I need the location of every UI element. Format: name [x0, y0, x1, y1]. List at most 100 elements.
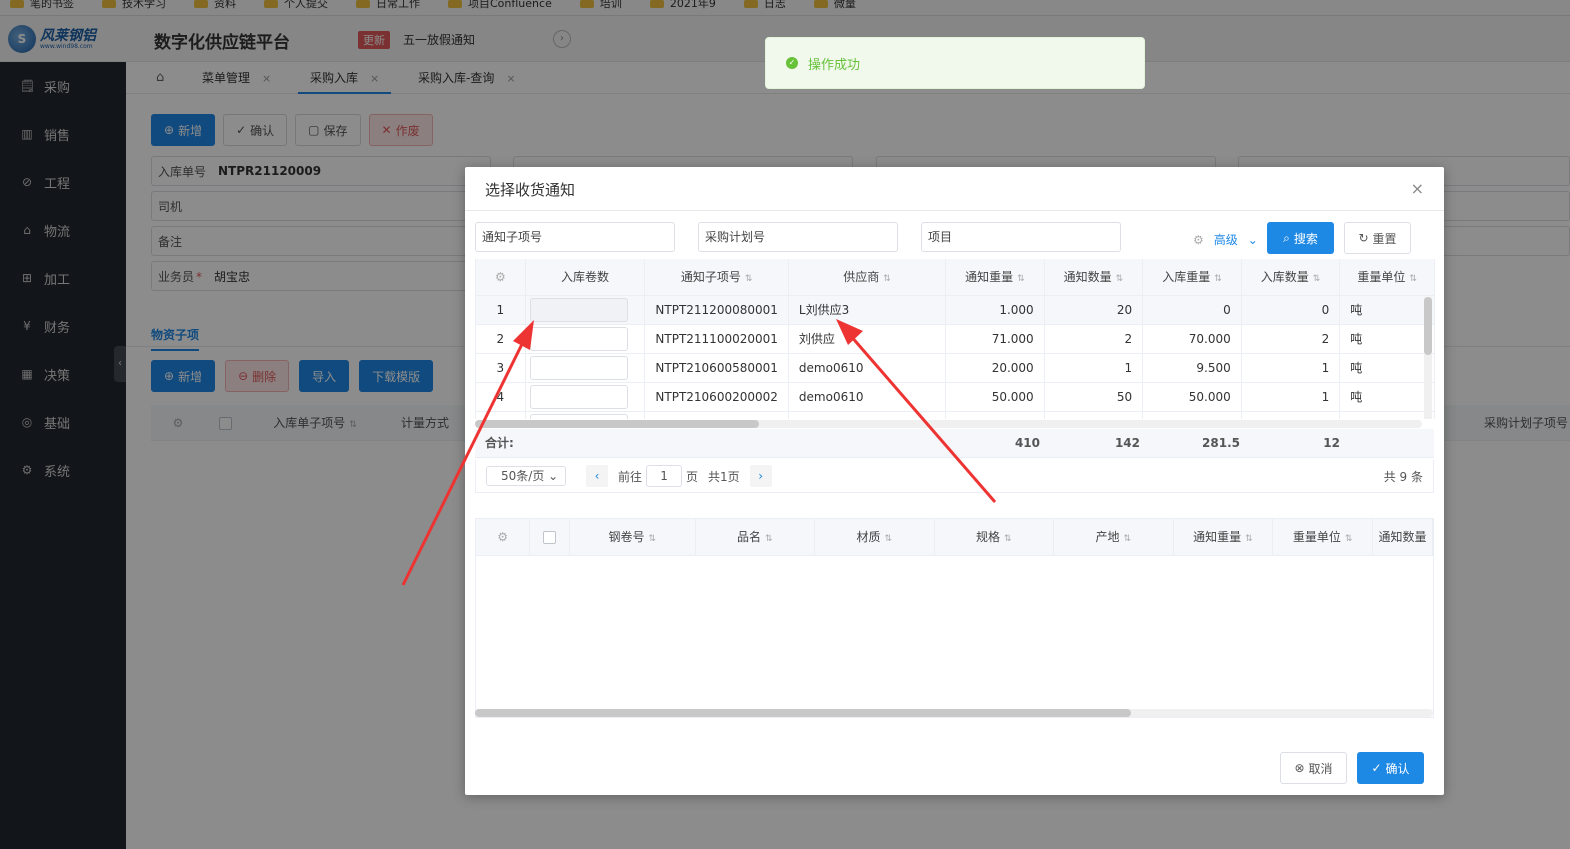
horizontal-scrollbar[interactable]: [475, 709, 1433, 717]
roll-count-input[interactable]: [529, 297, 628, 322]
column-label: 通知重量: [1193, 530, 1242, 545]
reset-button[interactable]: ↻ 重置: [1344, 222, 1411, 254]
next-page-button[interactable]: ›: [749, 465, 772, 487]
sort-icon[interactable]: ⇅: [1345, 534, 1353, 544]
gear-icon[interactable]: ⚙: [1193, 233, 1204, 247]
notice-weight-cell: 71.000: [945, 324, 1045, 354]
in-qty-cell: 0: [1241, 295, 1341, 325]
select-all-checkbox[interactable]: [529, 519, 571, 556]
column-header[interactable]: 钢卷号 ⇅: [569, 519, 696, 556]
roll-count-input[interactable]: [529, 355, 628, 380]
roll-count-input[interactable]: [529, 326, 628, 351]
sort-icon[interactable]: ⇅: [765, 534, 773, 544]
table-row[interactable]: 4 NTPT210600200002 demo0610 50.000 50 50…: [476, 382, 1435, 412]
sort-icon[interactable]: ⇅: [1116, 274, 1124, 284]
page-size-select[interactable]: 50条/页 ⌄: [486, 466, 566, 486]
plan-no-filter[interactable]: 采购计划号: [698, 222, 898, 252]
close-icon[interactable]: ×: [1411, 179, 1424, 198]
horizontal-scrollbar[interactable]: [475, 420, 1422, 428]
column-header[interactable]: 通知数量 ⇅: [1044, 259, 1144, 296]
column-header[interactable]: 供应商 ⇅: [788, 259, 947, 296]
gear-icon[interactable]: ⚙: [497, 530, 508, 544]
coil-grid: ⚙ 钢卷号 ⇅ 品名 ⇅ 材质 ⇅ 规格 ⇅ 产地 ⇅ 通知重量 ⇅ 重量单位 ⇅ 通知数量: [476, 519, 1433, 556]
notice-weight-cell: 50.000: [945, 382, 1045, 412]
gear-icon[interactable]: ⚙: [495, 270, 506, 284]
column-settings[interactable]: ⚙: [476, 259, 526, 296]
scrollbar-thumb[interactable]: [475, 420, 759, 428]
column-header[interactable]: 规格 ⇅: [934, 519, 1055, 556]
sort-icon[interactable]: ⇅: [885, 534, 893, 544]
roll-count-input[interactable]: [529, 384, 628, 409]
notice-weight-cell: 20.000: [945, 353, 1045, 383]
sort-icon[interactable]: ⇅: [1313, 274, 1321, 284]
cancel-button[interactable]: ⊗ 取消: [1280, 752, 1347, 784]
notice-qty-cell: 1: [1044, 353, 1144, 383]
column-label: 钢卷号: [608, 530, 645, 545]
column-header[interactable]: 品名 ⇅: [695, 519, 816, 556]
column-header[interactable]: 通知子项号 ⇅: [644, 259, 789, 296]
column-header[interactable]: 入库重量 ⇅: [1142, 259, 1242, 296]
supplier-cell: 刘供应: [788, 324, 947, 354]
column-header[interactable]: 入库数量 ⇅: [1241, 259, 1341, 296]
ok-button[interactable]: ✓ 确认: [1357, 752, 1424, 784]
notice-no-cell: NTPT210600580001: [644, 353, 789, 383]
notice-item-filter[interactable]: 通知子项号: [475, 222, 675, 252]
column-label: 产地: [1095, 530, 1120, 545]
column-settings[interactable]: ⚙: [476, 519, 531, 556]
column-header[interactable]: 通知重量 ⇅: [945, 259, 1045, 296]
sort-icon[interactable]: ⇅: [1409, 274, 1417, 284]
table-row[interactable]: 3 NTPT210600580001 demo0610 20.000 1 9.5…: [476, 353, 1435, 383]
dialog-title: 选择收货通知: [485, 181, 576, 199]
column-label: 材质: [856, 530, 881, 545]
chevron-down-icon: ⌄: [1247, 232, 1258, 247]
table-row[interactable]: 2 NTPT211100020001 刘供应 71.000 2 70.000 2…: [476, 324, 1435, 354]
table-cell: [644, 411, 789, 419]
sort-icon[interactable]: ⇅: [1017, 274, 1025, 284]
row-index: 1: [476, 295, 526, 325]
sort-icon[interactable]: ⇅: [1245, 534, 1253, 544]
column-header[interactable]: 材质 ⇅: [814, 519, 935, 556]
column-header[interactable]: 重量单位 ⇅: [1272, 519, 1374, 556]
sort-icon[interactable]: ⇅: [883, 274, 891, 284]
table-row[interactable]: 1 NTPT211200080001 L刘供应3 1.000 20 0 0 吨: [476, 295, 1435, 325]
refresh-icon: ↻: [1358, 231, 1369, 245]
advanced-toggle[interactable]: ⚙ 高级 ⌄: [1193, 231, 1258, 248]
search-button[interactable]: ⌕ 搜索: [1267, 222, 1334, 254]
sort-icon[interactable]: ⇅: [1124, 534, 1132, 544]
project-filter[interactable]: 项目: [921, 222, 1121, 252]
scrollbar-thumb[interactable]: [475, 709, 1131, 717]
column-header[interactable]: 重量单位 ⇅: [1339, 259, 1435, 296]
sort-icon[interactable]: ⇅: [1004, 534, 1012, 544]
sort-icon[interactable]: ⇅: [649, 534, 657, 544]
column-header[interactable]: 入库卷数: [525, 259, 646, 296]
row-index: 2: [476, 324, 526, 354]
vertical-scrollbar[interactable]: [1424, 297, 1432, 419]
column-header[interactable]: 产地 ⇅: [1053, 519, 1174, 556]
scrollbar-thumb[interactable]: [1424, 297, 1432, 355]
sort-icon[interactable]: ⇅: [1214, 274, 1222, 284]
table-cell: [1339, 411, 1435, 419]
column-label: 通知子项号: [680, 270, 741, 285]
page-number-input[interactable]: 1: [646, 465, 683, 487]
table-header-row: ⚙ 钢卷号 ⇅ 品名 ⇅ 材质 ⇅ 规格 ⇅ 产地 ⇅ 通知重量 ⇅ 重量单位 ⇅ 通知数量: [476, 519, 1433, 556]
notice-qty-cell: 2: [1044, 324, 1144, 354]
page-unit-label: 页: [686, 469, 699, 484]
search-icon: ⌕: [1283, 230, 1290, 245]
notice-table: ⚙ 入库卷数 通知子项号 ⇅ 供应商 ⇅ 通知重量 ⇅ 通知数量 ⇅ 入库重量 ⇅ 入库数…: [475, 259, 1435, 419]
notice-qty-cell: 20: [1044, 295, 1144, 325]
column-header[interactable]: 通知数量: [1372, 519, 1433, 556]
in-weight-cell: 9.500: [1142, 353, 1242, 383]
column-header[interactable]: 通知重量 ⇅: [1173, 519, 1274, 556]
row-index: 3: [476, 353, 526, 383]
prev-page-button[interactable]: ‹: [586, 465, 608, 487]
column-label: 重量单位: [1357, 270, 1406, 285]
roll-count-input[interactable]: [529, 413, 628, 419]
toast-message: 操作成功: [808, 57, 861, 73]
table-row[interactable]: [476, 411, 1435, 419]
summary-row: 合计: 410 142 281.5 12: [475, 429, 1434, 458]
pagination: 50条/页 ⌄ ‹ 前往 1 页 共1页 › 共 9 条: [475, 460, 1434, 493]
sort-icon[interactable]: ⇅: [745, 274, 753, 284]
column-label: 入库数量: [1260, 270, 1309, 285]
in-weight-cell: 0: [1142, 295, 1242, 325]
summary-label: 合计:: [485, 436, 514, 450]
